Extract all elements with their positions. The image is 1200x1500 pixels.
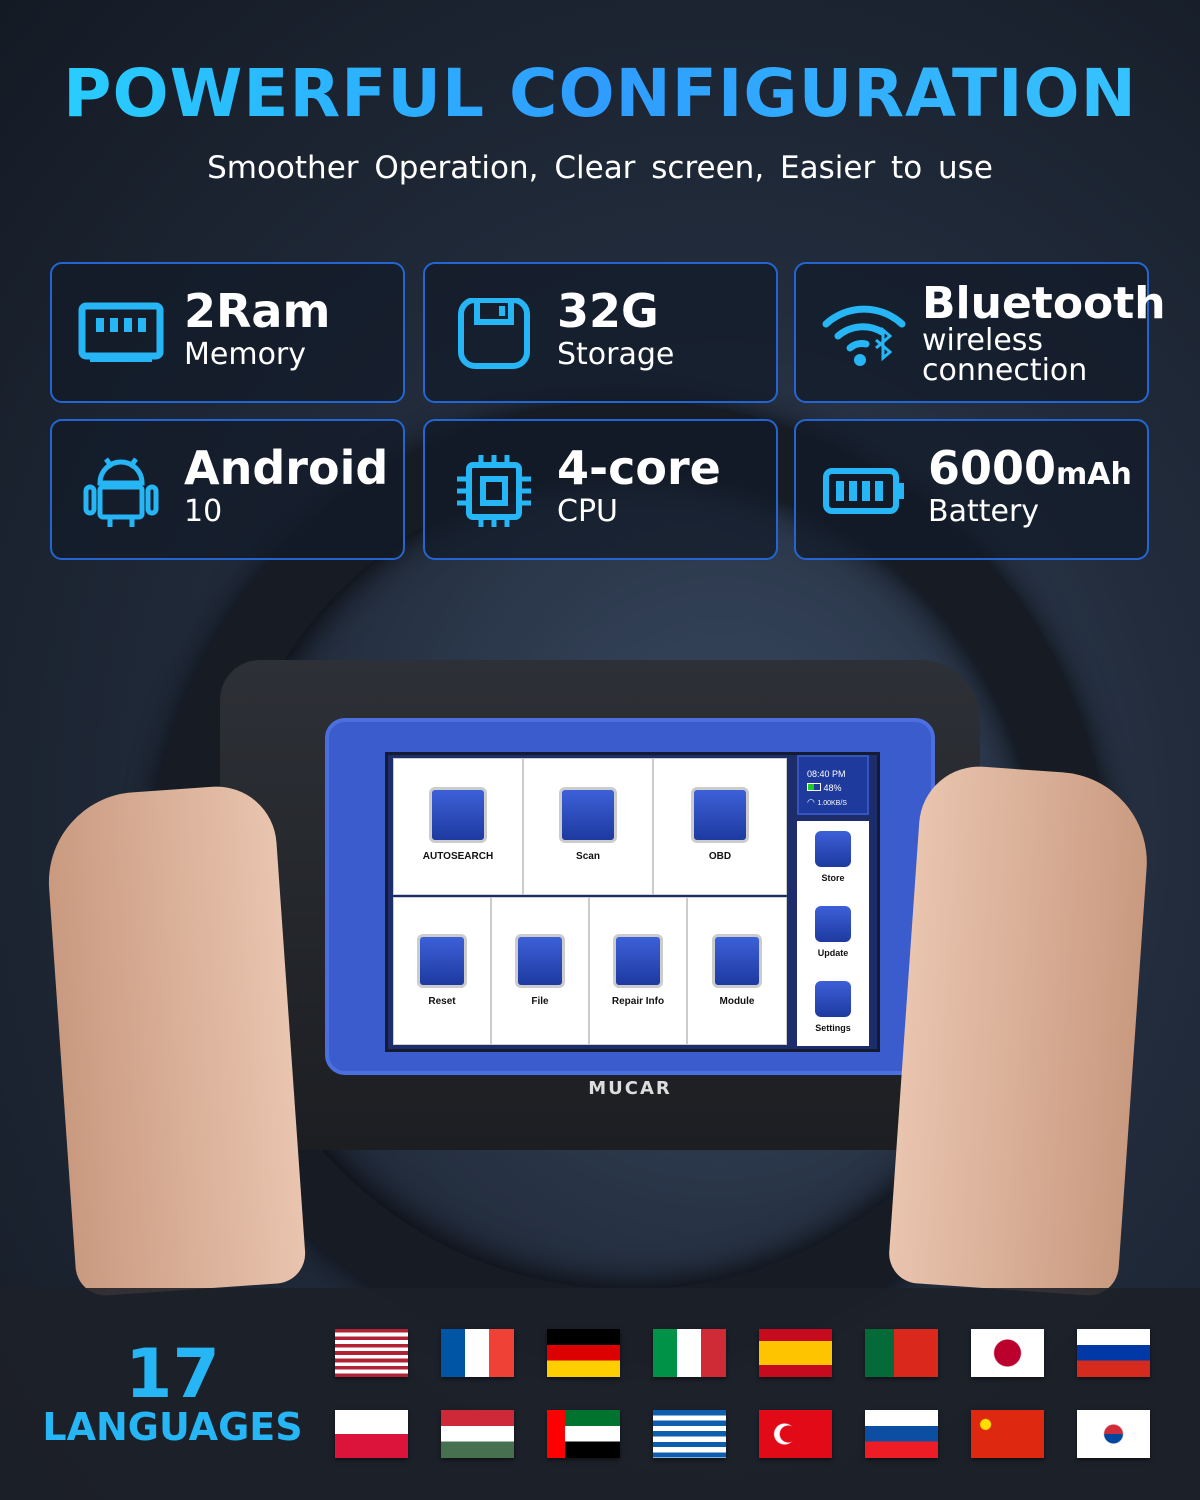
app-icon bbox=[417, 934, 467, 988]
flag-us-icon bbox=[335, 1329, 408, 1377]
flag-jp-icon bbox=[971, 1329, 1044, 1377]
spec-card: Bluetooth wireless connection bbox=[794, 262, 1166, 403]
flag-pt-icon bbox=[865, 1329, 938, 1377]
status-panel: 08:40 PM 48% ◠ 1.00KB/S bbox=[797, 755, 869, 815]
flag-sk-icon bbox=[865, 1410, 938, 1458]
flag-hu-icon bbox=[441, 1410, 514, 1458]
app-icon bbox=[712, 934, 762, 988]
spec-card: 32G Storage bbox=[423, 262, 778, 403]
spec-card: 4-core CPU bbox=[423, 419, 778, 560]
update-icon bbox=[815, 906, 851, 942]
device-screen: 08:40 PM 48% ◠ 1.00KB/S Store Update Setti… bbox=[385, 752, 880, 1052]
cpu-icon bbox=[451, 455, 537, 527]
flag-tr-icon bbox=[759, 1410, 832, 1458]
app-label: Repair Info bbox=[611, 996, 665, 1007]
app-icon bbox=[515, 934, 565, 988]
flag-ae-icon bbox=[547, 1410, 620, 1458]
brand-logo: MUCAR bbox=[588, 1078, 672, 1099]
spec-value: 4-core bbox=[557, 441, 721, 495]
battery-level: 48% bbox=[823, 783, 842, 793]
flag-kr-icon bbox=[1077, 1410, 1150, 1458]
page-title: POWERFUL CONFIGURATION bbox=[0, 55, 1200, 132]
storage-icon bbox=[451, 297, 537, 370]
app-label: Scan bbox=[576, 851, 600, 862]
app-label: File bbox=[531, 996, 549, 1007]
side-app[interactable]: Settings bbox=[797, 971, 869, 1046]
spec-label: CPU bbox=[557, 494, 618, 529]
spec-card: 6000mAh Battery bbox=[794, 419, 1149, 560]
app-tile[interactable]: File bbox=[491, 897, 589, 1045]
side-app[interactable]: Store bbox=[797, 821, 869, 896]
spec-card: Android 10 bbox=[50, 419, 405, 560]
right-hand bbox=[887, 762, 1153, 1298]
spec-label: 10 bbox=[184, 494, 223, 529]
app-label: Reset bbox=[428, 996, 456, 1007]
wifi-bluetooth-icon bbox=[822, 298, 908, 370]
app-tile[interactable]: OBD bbox=[653, 758, 787, 895]
wifi-icon: ◠ bbox=[807, 797, 815, 807]
language-count: 17 bbox=[125, 1335, 220, 1414]
app-label: OBD bbox=[708, 851, 732, 862]
app-tile[interactable]: AUTOSEARCH bbox=[393, 758, 523, 895]
spec-label: Memory bbox=[184, 337, 307, 372]
network-speed: 1.00KB/S bbox=[817, 800, 847, 807]
spec-label: Storage bbox=[557, 337, 675, 372]
clock: 08:40 PM bbox=[807, 769, 846, 779]
flag-de-icon bbox=[547, 1329, 620, 1377]
battery-icon bbox=[822, 455, 908, 527]
app-tile[interactable]: Repair Info bbox=[589, 897, 687, 1045]
spec-value: 2Ram bbox=[184, 284, 331, 338]
spec-label: wireless connection bbox=[922, 323, 1088, 388]
language-label: LANGUAGES bbox=[42, 1405, 303, 1449]
battery-icon bbox=[807, 783, 821, 791]
android-icon bbox=[78, 455, 164, 527]
flag-pl-icon bbox=[335, 1410, 408, 1458]
app-icon bbox=[613, 934, 663, 988]
store-icon bbox=[815, 831, 851, 867]
flag-cn-icon bbox=[971, 1410, 1044, 1458]
settings-icon bbox=[815, 981, 851, 1017]
left-hand bbox=[42, 782, 308, 1298]
flag-es-icon bbox=[759, 1329, 832, 1377]
app-tile[interactable]: Scan bbox=[523, 758, 653, 895]
app-tile[interactable]: Reset bbox=[393, 897, 491, 1045]
spec-value: 32G bbox=[557, 284, 659, 338]
app-icon bbox=[429, 787, 487, 843]
app-icon bbox=[559, 787, 617, 843]
page-subtitle: Smoother Operation, Clear screen, Easier… bbox=[207, 150, 993, 186]
spec-value: Android bbox=[184, 441, 389, 495]
flag-it-icon bbox=[653, 1329, 726, 1377]
flag-ru-icon bbox=[1077, 1329, 1150, 1377]
app-label: Module bbox=[719, 996, 755, 1007]
ram-chip-icon bbox=[78, 298, 164, 370]
spec-value: 6000mAh bbox=[928, 441, 1132, 495]
spec-value: Bluetooth bbox=[922, 278, 1166, 329]
flag-gr-icon bbox=[653, 1410, 726, 1458]
spec-card: 2Ram Memory bbox=[50, 262, 405, 403]
flag-fr-icon bbox=[441, 1329, 514, 1377]
app-icon bbox=[691, 787, 749, 843]
spec-label: Battery bbox=[928, 494, 1040, 529]
side-app[interactable]: Update bbox=[797, 896, 869, 971]
app-label: AUTOSEARCH bbox=[422, 851, 494, 862]
app-tile[interactable]: Module bbox=[687, 897, 787, 1045]
